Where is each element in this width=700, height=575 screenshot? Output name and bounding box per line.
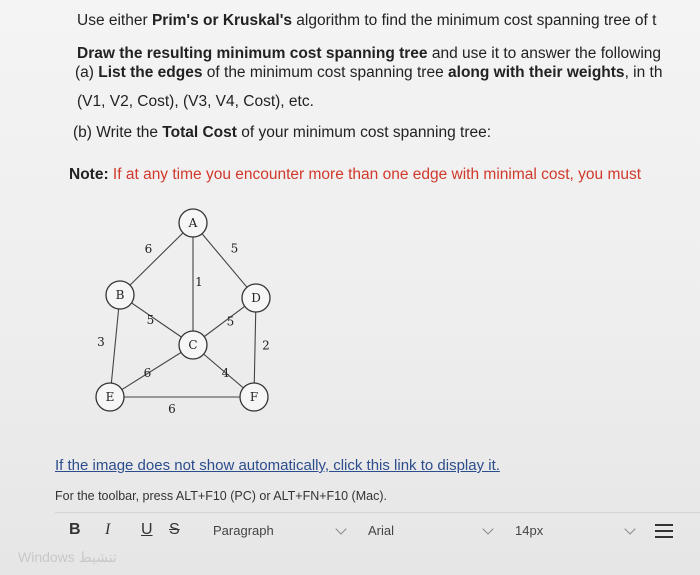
underline-button[interactable]: U [141, 521, 153, 539]
edge-weight-label: 5 [147, 313, 155, 327]
note-label: Note: [69, 166, 109, 183]
edge-weight-label: 6 [144, 366, 152, 380]
bold-button[interactable]: B [69, 521, 81, 539]
chevron-down-icon [335, 523, 347, 535]
list-icon[interactable] [655, 523, 673, 539]
graph-node-D: D [241, 283, 271, 313]
graph-node-A: A [178, 208, 208, 238]
edge-weight-label: 4 [222, 366, 230, 380]
node-label: F [250, 390, 258, 404]
text: (b) Write the [73, 124, 163, 141]
edge-weight-label: 6 [168, 402, 176, 416]
font-size-select[interactable]: 14px [507, 519, 642, 545]
graph-node-C: C [178, 330, 208, 360]
paragraph-value: Paragraph [213, 523, 274, 538]
edge-weight-label: 5 [231, 242, 239, 256]
edge-C-E [109, 344, 194, 398]
question-line-1: Use either Prim's or Kruskal's algorithm… [77, 12, 656, 30]
node-label: E [106, 390, 115, 404]
text-bold: along with their weights [448, 64, 625, 81]
graph-node-E: E [95, 382, 125, 412]
text-bold: Draw the resulting minimum cost spanning… [77, 45, 428, 62]
node-label: D [251, 291, 261, 305]
chevron-down-icon [624, 523, 636, 535]
graph-nodes: A B C D E F [95, 208, 271, 412]
question-line-5: (b) Write the Total Cost of your minimum… [73, 124, 491, 142]
question-line-4: (V1, V2, Cost), (V3, V4, Cost), etc. [77, 93, 314, 110]
chevron-down-icon [482, 523, 494, 535]
edge-weight-label: 6 [145, 242, 153, 256]
graph-diagram: 6 5 1 5 5 3 2 6 4 6 A B C D E F [95, 208, 271, 416]
paragraph-select[interactable]: Paragraph [205, 519, 353, 545]
italic-button[interactable]: I [105, 521, 110, 539]
edge-weight-label: 1 [195, 275, 203, 289]
text-bold: Total Cost [162, 124, 237, 141]
edge-weight-label: 5 [227, 315, 235, 329]
text-bold: List the edges [98, 64, 203, 81]
text: Use either [77, 12, 152, 29]
question-line-3: (a) List the edges of the minimum cost s… [75, 64, 662, 82]
text: (a) [75, 64, 99, 81]
font-value: Arial [368, 523, 395, 538]
text: , in th [624, 64, 663, 81]
edge-weight-label: 2 [262, 339, 270, 353]
display-image-link[interactable]: If the image does not show automatically… [55, 457, 500, 474]
windows-watermark: Windows تنشيط [18, 549, 117, 565]
question-line-2: Draw the resulting minimum cost spanning… [77, 45, 661, 63]
graph-node-F: F [239, 382, 269, 412]
toolbar-hint: For the toolbar, press ALT+F10 (PC) or A… [55, 489, 387, 503]
text: and use it to answer the following [427, 45, 662, 62]
text: algorithm to find the minimum cost spann… [292, 12, 657, 29]
node-label: A [188, 216, 198, 230]
text: of your minimum cost spanning tree: [236, 124, 492, 141]
note-text: If at any time you encounter more than o… [108, 166, 642, 183]
font-size-value: 14px [515, 523, 544, 538]
note-line: Note: If at any time you encounter more … [69, 166, 641, 184]
text: of the minimum cost spanning tree [202, 64, 449, 81]
edge-D-F [253, 297, 257, 398]
font-select[interactable]: Arial [360, 519, 500, 545]
node-label: C [188, 338, 197, 352]
edge-B-E [109, 294, 121, 398]
graph-node-B: B [105, 280, 135, 310]
edge-weight-label: 3 [97, 335, 105, 349]
node-label: B [116, 288, 125, 302]
editor-toolbar: B I U S Paragraph Arial 14px [55, 512, 700, 551]
strikethrough-button[interactable]: S [169, 521, 180, 539]
edge-A-B [119, 222, 194, 296]
text-bold: Prim's or Kruskal's [151, 12, 292, 29]
